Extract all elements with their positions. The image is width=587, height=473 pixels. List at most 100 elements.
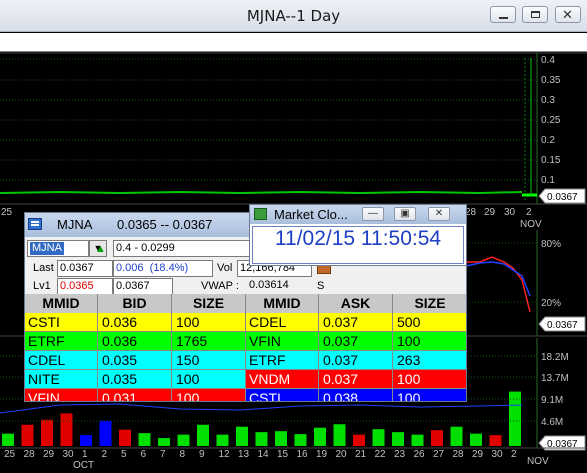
volume-bar [372, 429, 385, 446]
lower-date-axis: 25 28 29 30 1 2 5 6 7 8 9 12 13 14 15 16 19 20 21 22 23 26 27 2… [4, 449, 549, 471]
svg-text:0.0367: 0.0367 [547, 320, 578, 331]
extra-label-s: S [317, 280, 325, 292]
ask-cell: 0.037 [319, 313, 393, 332]
lv1-label: Lv1 [33, 280, 51, 292]
volume-bar [60, 413, 73, 446]
volume-bar [138, 433, 151, 446]
bid-cell: ETRF [25, 332, 98, 351]
market-clock-title: Market Clo... [274, 207, 348, 222]
clock-close-button[interactable]: ✕ [428, 207, 450, 221]
vol-label: Vol [217, 262, 233, 274]
price-tick: 0.4 [541, 55, 555, 66]
date-label: 29 [43, 449, 55, 460]
volume-tick: 4.6M [541, 417, 563, 428]
date-label: 27 [433, 449, 445, 460]
level2-bid-ask-range: 0.0365 -- 0.0367 [117, 217, 213, 232]
volume-bar [431, 430, 443, 446]
bid-cell: NITE [25, 370, 98, 389]
volume-bar [21, 424, 34, 446]
date-label: 13 [238, 449, 250, 460]
column-header[interactable]: SIZE [172, 294, 246, 313]
date-label: 2 [511, 449, 517, 460]
volume-bar [275, 431, 287, 446]
level2-app-icon [28, 218, 42, 230]
bid-cell: 0.036 [98, 332, 172, 351]
ask-cell: 0.038 [319, 389, 393, 401]
date-label: 5 [121, 449, 127, 460]
date-label: 7 [160, 449, 166, 460]
price-last-marker: 0.0367 [538, 188, 586, 204]
vwap-label: VWAP : [201, 280, 239, 292]
volume-tick: 13.7M [541, 373, 569, 384]
bid-cell: CSTI [25, 313, 98, 332]
volume-bar [509, 391, 521, 446]
ask-cell: 500 [393, 313, 466, 332]
ask-cell: 0.037 [319, 351, 393, 370]
ask-cell: 100 [393, 370, 466, 389]
bid-cell: 0.036 [98, 313, 172, 332]
date-label: 26 [414, 449, 426, 460]
price-tick: 0.25 [541, 115, 561, 126]
column-header[interactable]: ASK [319, 294, 393, 313]
bid-cell: 100 [172, 313, 246, 332]
ask-cell: ETRF [246, 351, 319, 370]
date-label: 20 [336, 449, 348, 460]
date-label: 28 [453, 449, 465, 460]
ask-cell: 100 [393, 332, 466, 351]
date-label: 2 [526, 207, 532, 218]
clock-minimize-button[interactable]: — [362, 207, 384, 221]
market-clock-title-bar: Market Clo... — ▣ ✕ [250, 205, 466, 224]
date-label: 30 [63, 449, 75, 460]
bid-cell: 100 [172, 389, 246, 401]
volume-bar [333, 424, 346, 446]
price-tick: 0.3 [541, 95, 555, 106]
market-clock-window[interactable]: Market Clo... — ▣ ✕ 11/02/15 11:50:54 [249, 204, 467, 266]
up-arrow-icon: ▲ [95, 243, 106, 255]
date-label: 9 [199, 449, 205, 460]
volume-bar [2, 433, 14, 446]
column-header[interactable]: SIZE [393, 294, 466, 313]
ask-cell: CSTI [246, 389, 319, 401]
svg-text:0.0367: 0.0367 [547, 192, 578, 203]
lv1-ask: 0.0367 [113, 278, 173, 295]
indicator-last-marker: 0.0367 [538, 316, 586, 332]
bid-cell: 0.035 [98, 370, 172, 389]
volume-bar [255, 432, 268, 446]
clock-maximize-button[interactable]: ▣ [394, 207, 416, 221]
date-label: 28 [24, 449, 36, 460]
price-tick: 0.35 [541, 75, 561, 86]
ask-cell: CDEL [246, 313, 319, 332]
date-label: 6 [141, 449, 147, 460]
column-header[interactable]: MMID [25, 294, 98, 313]
volume-bar [236, 426, 248, 446]
ask-cell: 263 [393, 351, 466, 370]
column-header[interactable]: BID [98, 294, 172, 313]
date-label: 8 [180, 449, 186, 460]
volume-tick: 18.2M [541, 352, 569, 363]
month-label: OCT [73, 460, 94, 471]
symbol-select[interactable]: MJNA [27, 240, 89, 257]
volume-bar [314, 427, 326, 446]
bid-cell: VFIN [25, 389, 98, 401]
indicator-tick: 80% [541, 239, 561, 250]
month-label: NOV [520, 219, 542, 230]
volume-bar [80, 435, 92, 446]
bid-cell: 100 [172, 370, 246, 389]
volume-tick: 9.1M [541, 395, 563, 406]
date-label: 22 [375, 449, 387, 460]
date-label: 2 [102, 449, 108, 460]
date-label: 23 [394, 449, 406, 460]
ask-cell: 100 [393, 389, 466, 401]
price-tick: 0.1 [541, 175, 555, 186]
volume-bar [411, 434, 424, 446]
volume-bar [294, 434, 307, 446]
last-label: Last [33, 262, 54, 274]
price-pane: 0.4 0.35 0.3 0.25 0.2 0.15 0.1 0.0367 [0, 52, 587, 204]
bid-cell: 0.035 [98, 351, 172, 370]
date-label: 12 [219, 449, 231, 460]
volume-bar [450, 426, 463, 446]
date-label: 25 [1, 207, 13, 218]
change-field: 0.006 (18.4%) [113, 260, 213, 277]
column-header[interactable]: MMID [246, 294, 319, 313]
ask-cell: 0.037 [319, 370, 393, 389]
